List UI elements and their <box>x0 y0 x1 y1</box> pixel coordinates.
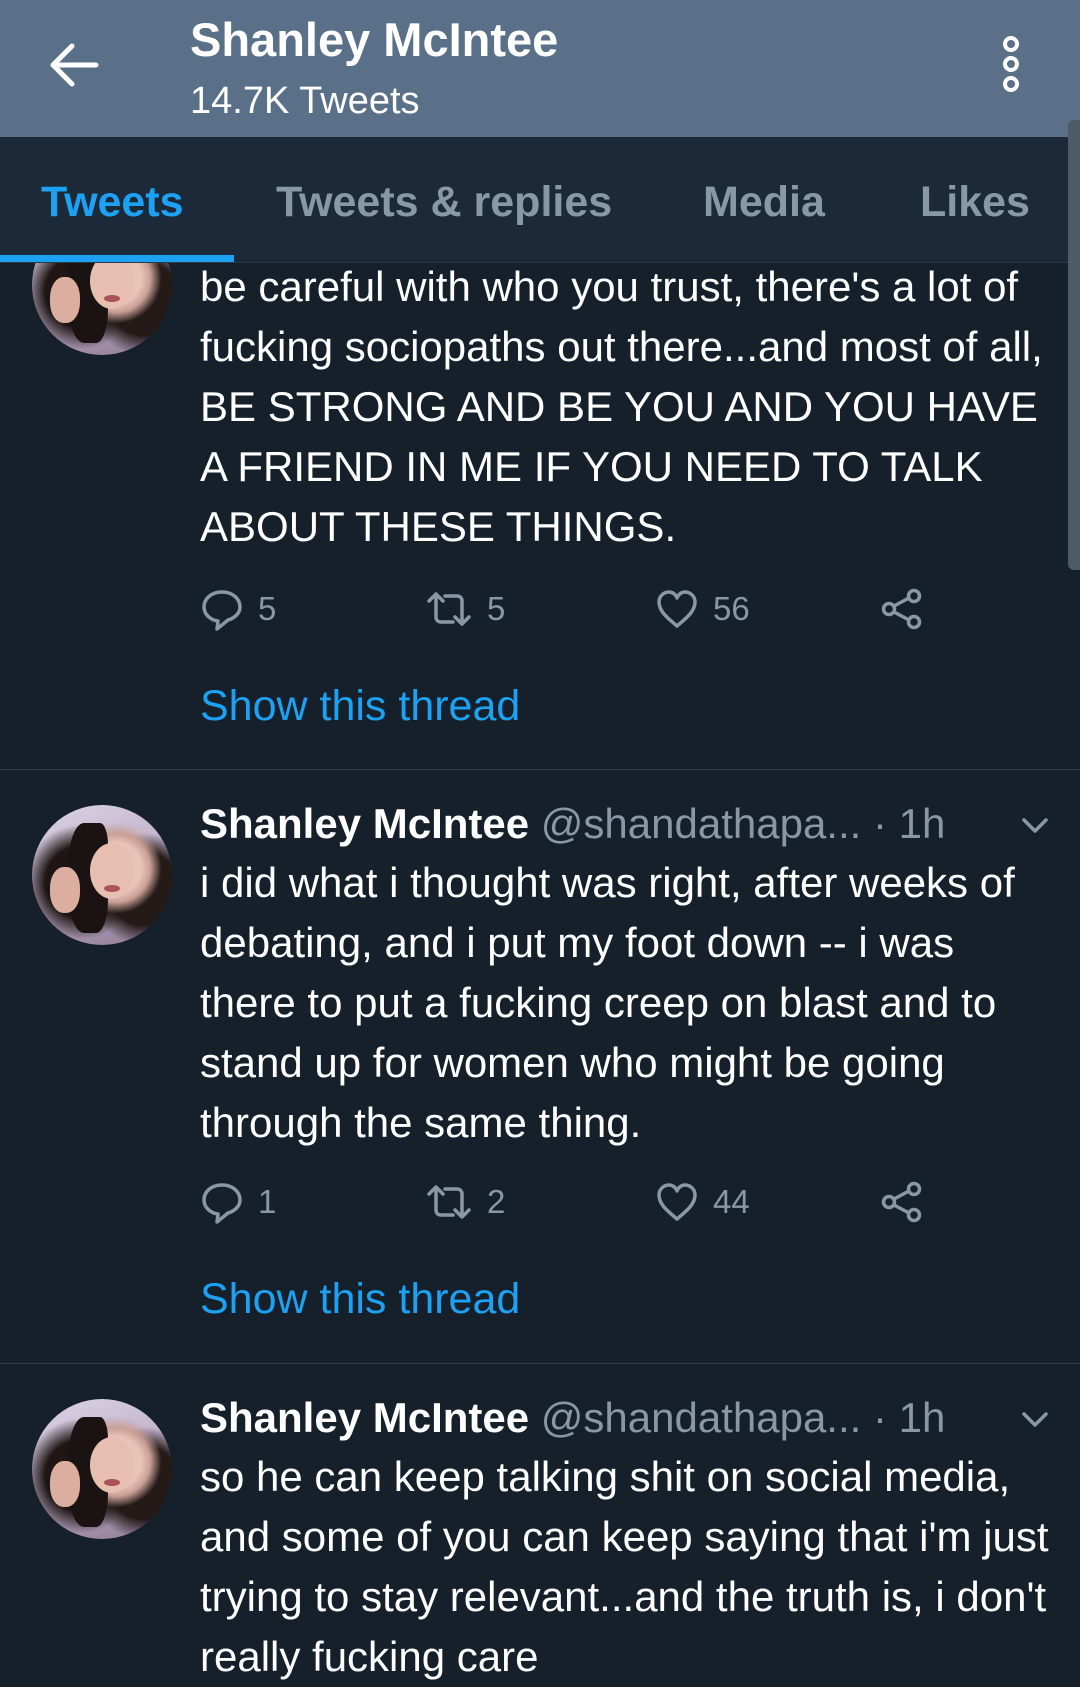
share-button[interactable] <box>880 584 924 634</box>
avatar[interactable] <box>32 1399 172 1539</box>
reply-button[interactable]: 1 <box>200 1177 276 1227</box>
profile-header: Shanley McIntee 14.7K Tweets <box>0 0 1080 137</box>
share-icon <box>881 1181 922 1223</box>
author-name[interactable]: Shanley McIntee <box>200 1394 529 1441</box>
tweet-divider <box>0 769 1080 770</box>
reply-count: 5 <box>258 590 277 627</box>
back-arrow-icon[interactable] <box>46 40 102 90</box>
tweet-text: so he can keep talking shit on social me… <box>200 1453 1049 1680</box>
like-count: 56 <box>713 590 750 627</box>
retweet-icon <box>427 1185 471 1219</box>
tweet-actions: 5 5 56 <box>200 584 960 634</box>
profile-name-title: Shanley McIntee <box>190 13 559 66</box>
tweet-divider <box>0 1363 1080 1364</box>
reply-count: 1 <box>258 1183 277 1220</box>
tab-tweets-and-replies[interactable]: Tweets & replies <box>276 177 612 227</box>
author-name[interactable]: Shanley McIntee <box>200 800 529 847</box>
tweet-time: · 1h <box>873 800 946 847</box>
retweet-count: 5 <box>487 590 506 627</box>
chevron-down-icon[interactable] <box>1020 816 1050 836</box>
tweet-text: i did what i thought was right, after we… <box>200 859 1015 1146</box>
like-count: 44 <box>713 1183 750 1220</box>
author-handle[interactable]: @shandathapa... <box>541 1394 862 1441</box>
chevron-down-icon[interactable] <box>1020 1410 1050 1430</box>
tweet-feed[interactable]: be careful with who you trust, there's a… <box>0 263 1080 1687</box>
tweet-count: 14.7K Tweets <box>190 80 420 122</box>
retweet-button[interactable]: 5 <box>425 584 505 634</box>
tab-likes[interactable]: Likes <box>920 177 1030 227</box>
tweet-actions: 1 2 44 <box>200 1177 960 1227</box>
author-handle[interactable]: @shandathapa... <box>541 800 862 847</box>
like-button[interactable]: 56 <box>655 584 750 634</box>
tweet-time: · 1h <box>873 1394 946 1441</box>
retweet-count: 2 <box>487 1183 506 1220</box>
reply-icon <box>202 590 242 631</box>
reply-button[interactable]: 5 <box>200 584 276 634</box>
share-button[interactable] <box>880 1177 924 1227</box>
show-thread-link[interactable]: Show this thread <box>200 1274 520 1324</box>
retweet-icon <box>427 592 471 626</box>
scrollbar[interactable] <box>1068 120 1080 570</box>
avatar[interactable] <box>32 805 172 945</box>
more-options-icon[interactable] <box>996 34 1026 94</box>
tweet-item[interactable]: be careful with who you trust, there's a… <box>0 263 1080 770</box>
tweet-header: Shanley McIntee @shandathapa... · 1h <box>200 1391 945 1445</box>
tweet-text: be careful with who you trust, there's a… <box>200 263 1043 550</box>
share-icon <box>881 588 922 630</box>
tweet-header: Shanley McIntee @shandathapa... · 1h <box>200 797 945 851</box>
retweet-button[interactable]: 2 <box>425 1177 505 1227</box>
avatar[interactable] <box>32 263 172 355</box>
heart-icon <box>657 590 697 628</box>
like-button[interactable]: 44 <box>655 1177 750 1227</box>
reply-icon <box>202 1183 242 1224</box>
tab-media[interactable]: Media <box>703 177 825 227</box>
heart-icon <box>657 1183 697 1221</box>
show-thread-link[interactable]: Show this thread <box>200 681 520 731</box>
profile-tabs: Tweets Tweets & replies Media Likes <box>0 137 1080 263</box>
tweet-item[interactable]: Shanley McIntee @shandathapa... · 1h so … <box>0 263 1080 1680</box>
active-tab-indicator <box>0 255 234 262</box>
tab-tweets[interactable]: Tweets <box>41 177 184 227</box>
